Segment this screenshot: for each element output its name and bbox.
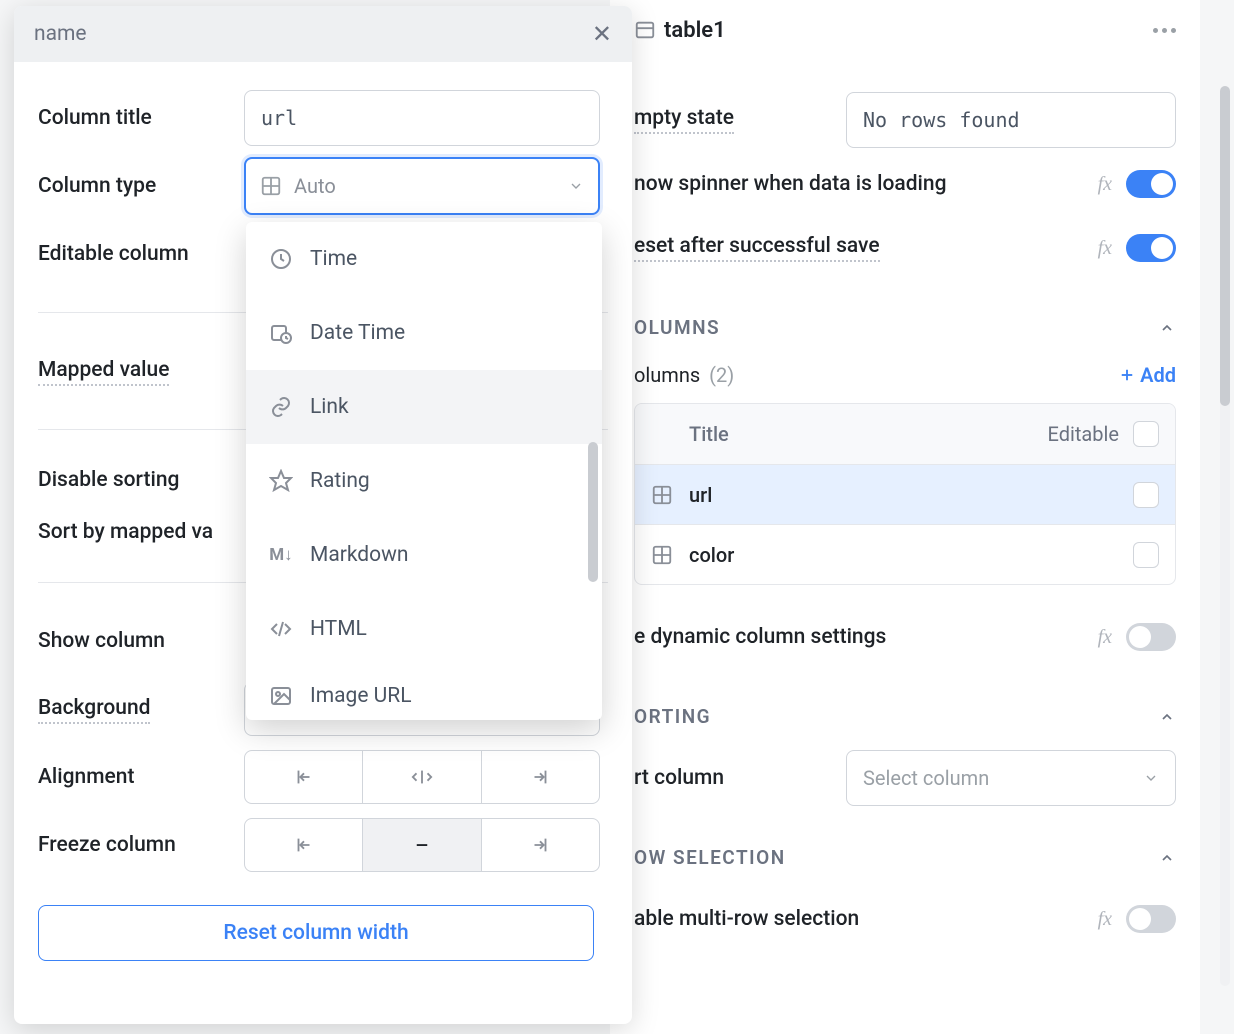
- dropdown-scrollbar-thumb[interactable]: [588, 442, 598, 582]
- mapped-value-label: Mapped value: [38, 358, 169, 386]
- column-row-url[interactable]: url: [635, 464, 1175, 524]
- clock-icon: [268, 246, 294, 272]
- columns-table: Title Editable url color: [634, 403, 1176, 585]
- auto-icon: [260, 175, 282, 197]
- column-type-value: Auto: [294, 174, 336, 198]
- more-icon[interactable]: [1153, 28, 1176, 33]
- columns-table-header: Title Editable: [635, 404, 1175, 464]
- empty-state-label: mpty state: [634, 106, 734, 134]
- alignment-segmented: [244, 750, 600, 804]
- link-icon: [268, 394, 294, 420]
- show-column-label: Show column: [38, 629, 244, 653]
- column-title-input[interactable]: [244, 90, 600, 146]
- freeze-segmented: [244, 818, 600, 872]
- column-row-color[interactable]: color: [635, 524, 1175, 584]
- dialog-title: name: [34, 22, 87, 46]
- multi-row-label: able multi-row selection: [634, 907, 859, 931]
- fx-icon[interactable]: fx: [1098, 237, 1112, 260]
- reset-save-label: eset after successful save: [634, 234, 880, 262]
- image-icon: [268, 683, 294, 709]
- chevron-up-icon: [1158, 708, 1176, 726]
- freeze-none-button[interactable]: [362, 819, 480, 871]
- column-type-option-time[interactable]: Time: [246, 222, 602, 296]
- star-icon: [268, 468, 294, 494]
- chevron-up-icon: [1158, 849, 1176, 867]
- markdown-icon: M↓: [268, 542, 294, 568]
- disable-sorting-label: Disable sorting: [38, 468, 244, 492]
- alignment-label: Alignment: [38, 765, 244, 789]
- column-icon: [651, 484, 675, 506]
- inspector-panel: table1 mpty state now spinner when data …: [610, 0, 1200, 1034]
- empty-state-input[interactable]: [846, 92, 1176, 148]
- spinner-toggle[interactable]: [1126, 170, 1176, 198]
- calendar-clock-icon: [268, 320, 294, 346]
- chevron-down-icon: [568, 178, 584, 194]
- editable-checkbox[interactable]: [1133, 482, 1159, 508]
- sort-by-mapped-label: Sort by mapped va: [38, 520, 213, 544]
- dynamic-columns-toggle[interactable]: [1126, 623, 1176, 651]
- column-type-option-markdown[interactable]: M↓ Markdown: [246, 518, 602, 592]
- freeze-left-button[interactable]: [245, 819, 362, 871]
- align-center-button[interactable]: [362, 751, 480, 803]
- align-left-button[interactable]: [245, 751, 362, 803]
- freeze-right-button[interactable]: [481, 819, 599, 871]
- table-name: table1: [664, 18, 726, 43]
- column-type-option-date-time[interactable]: Date Time: [246, 296, 602, 370]
- columns-count-label: olumns (2): [634, 363, 734, 387]
- multi-row-toggle[interactable]: [1126, 905, 1176, 933]
- sorting-section-header[interactable]: ORTING: [634, 705, 1176, 728]
- column-type-dropdown: Time Date Time Link Rating: [246, 222, 602, 720]
- align-right-button[interactable]: [481, 751, 599, 803]
- reset-save-toggle[interactable]: [1126, 234, 1176, 262]
- sort-column-select[interactable]: Select column: [846, 750, 1176, 806]
- editable-checkbox[interactable]: [1133, 542, 1159, 568]
- column-type-option-rating[interactable]: Rating: [246, 444, 602, 518]
- add-column-button[interactable]: Add: [1118, 363, 1176, 387]
- code-icon: [268, 616, 294, 642]
- sort-column-label: rt column: [634, 766, 724, 790]
- column-type-option-image-url[interactable]: Image URL: [246, 666, 602, 720]
- spinner-label: now spinner when data is loading: [634, 172, 947, 196]
- row-selection-section-header[interactable]: OW SELECTION: [634, 846, 1176, 869]
- inspector-header: table1: [634, 0, 1176, 60]
- fx-icon[interactable]: fx: [1098, 908, 1112, 931]
- fx-icon[interactable]: fx: [1098, 173, 1112, 196]
- background-label: Background: [38, 696, 150, 724]
- editable-column-label: Editable column: [38, 242, 244, 266]
- column-title-label: Column title: [38, 106, 244, 130]
- column-type-label: Column type: [38, 174, 244, 198]
- scrollbar-thumb[interactable]: [1220, 86, 1230, 406]
- chevron-up-icon: [1158, 319, 1176, 337]
- column-type-select[interactable]: Auto: [244, 157, 600, 215]
- table-icon: [634, 19, 656, 41]
- editable-all-checkbox[interactable]: [1133, 421, 1159, 447]
- column-type-option-html[interactable]: HTML: [246, 592, 602, 666]
- columns-section-header[interactable]: OLUMNS: [634, 316, 1176, 339]
- dynamic-columns-label: e dynamic column settings: [634, 625, 886, 649]
- reset-column-width-button[interactable]: Reset column width: [38, 905, 594, 961]
- dialog-header: name ✕: [14, 6, 632, 62]
- column-icon: [651, 544, 675, 566]
- column-type-option-link[interactable]: Link: [246, 370, 602, 444]
- freeze-column-label: Freeze column: [38, 833, 244, 857]
- column-settings-dialog: name ✕ Column title Column type Auto Edi…: [14, 6, 632, 1024]
- fx-icon[interactable]: fx: [1098, 626, 1112, 649]
- close-icon[interactable]: ✕: [592, 22, 612, 46]
